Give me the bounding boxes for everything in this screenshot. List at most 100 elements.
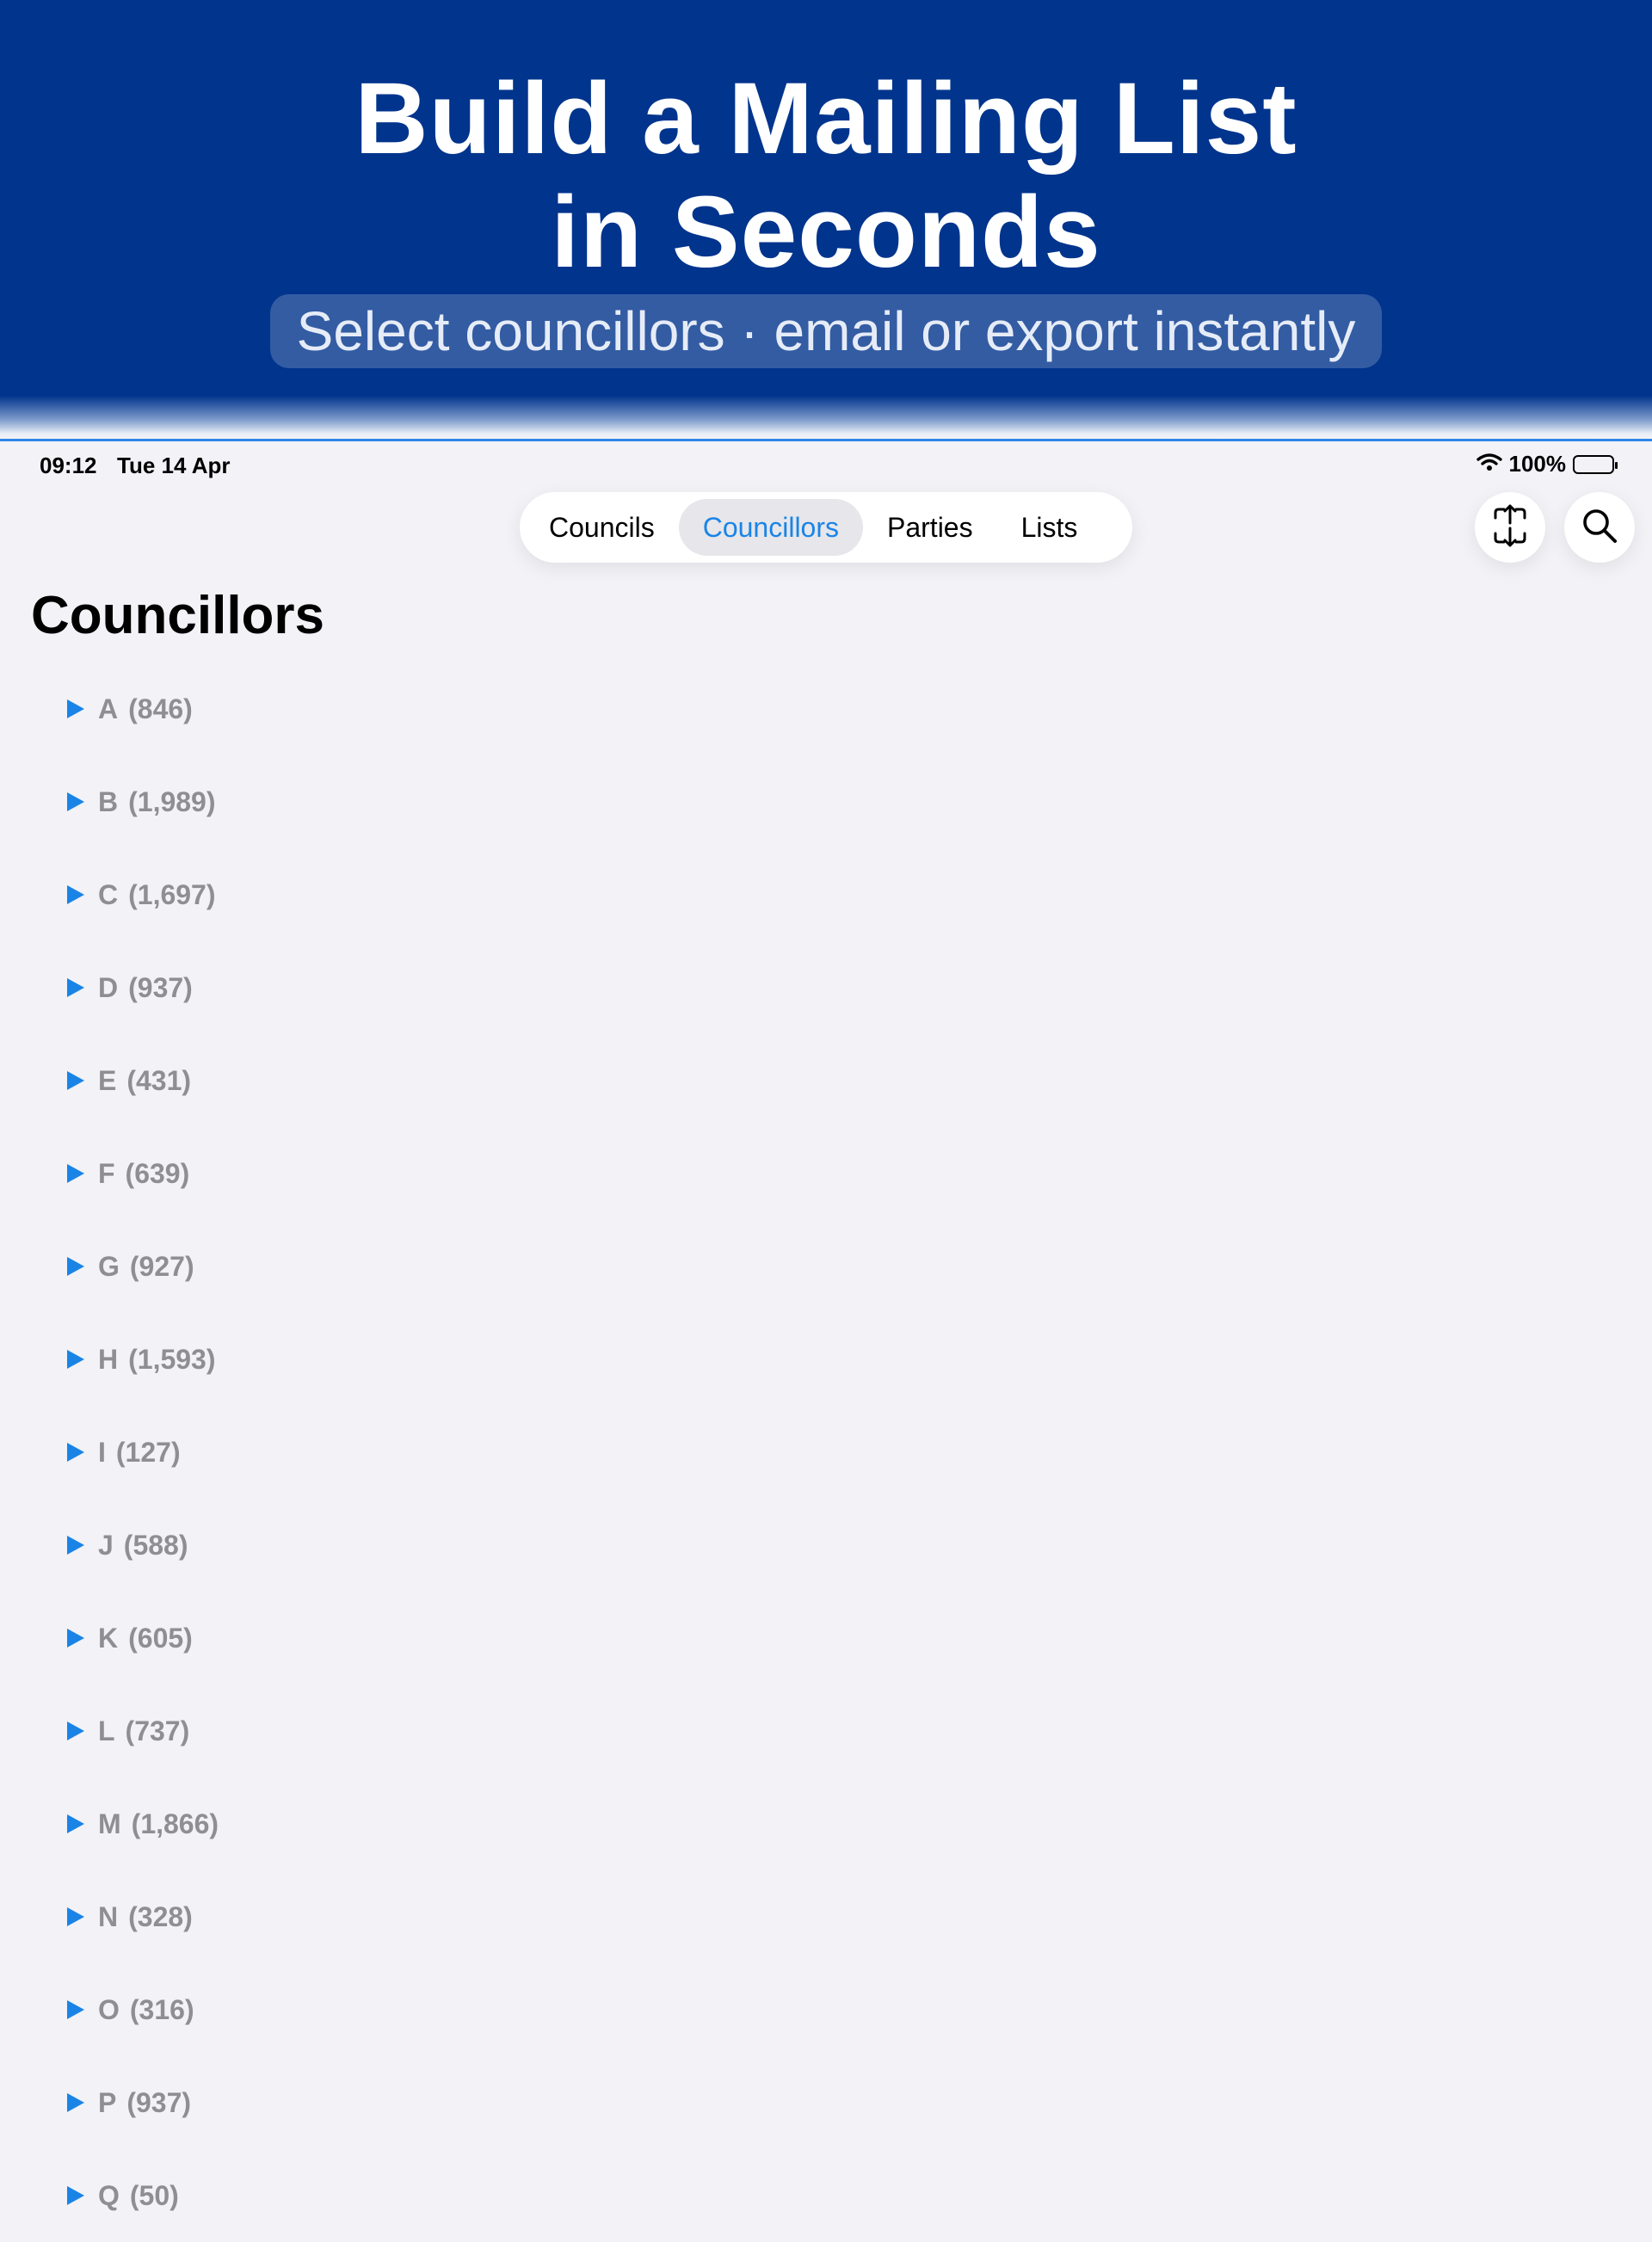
group-count: (1,989): [128, 785, 216, 817]
group-count: (588): [123, 1529, 188, 1561]
disclosure-triangle-icon[interactable]: [67, 1164, 84, 1183]
group-letter: O: [98, 1993, 120, 2025]
group-row[interactable]: H (1,593): [0, 1313, 1652, 1406]
disclosure-triangle-icon[interactable]: [67, 1071, 84, 1090]
group-row[interactable]: J (588): [0, 1499, 1652, 1592]
tab-parties[interactable]: Parties: [863, 499, 997, 556]
group-label: N (328): [98, 1901, 193, 1933]
group-letter: G: [98, 1250, 120, 1282]
promo-banner: Build a Mailing List in Seconds Select c…: [0, 0, 1652, 439]
group-row[interactable]: Q (50): [0, 2149, 1652, 2242]
app-divider: [0, 439, 1652, 441]
group-label: D (937): [98, 972, 193, 1004]
status-indicators: 100%: [1476, 451, 1618, 477]
export-arrows-icon: [1490, 504, 1530, 551]
tab-lists[interactable]: Lists: [997, 499, 1102, 556]
disclosure-triangle-icon[interactable]: [67, 1443, 84, 1462]
group-count: (937): [126, 2086, 192, 2118]
promo-subtitle: Select councillors · email or export ins…: [270, 294, 1382, 368]
page-title: Councillors: [31, 586, 325, 645]
tab-councils[interactable]: Councils: [525, 499, 679, 556]
disclosure-triangle-icon[interactable]: [67, 792, 84, 811]
group-count: (605): [128, 1622, 193, 1654]
tab-bar: Councils Councillors Parties Lists: [520, 492, 1132, 563]
group-label: H (1,593): [98, 1344, 216, 1376]
group-label: C (1,697): [98, 879, 216, 911]
disclosure-triangle-icon[interactable]: [67, 1536, 84, 1555]
group-row[interactable]: M (1,866): [0, 1777, 1652, 1870]
battery-percent: 100%: [1508, 451, 1567, 477]
group-label: O (316): [98, 1994, 194, 2026]
group-count: (127): [115, 1436, 181, 1468]
group-letter: J: [98, 1529, 114, 1561]
group-row[interactable]: K (605): [0, 1592, 1652, 1685]
group-letter: A: [98, 693, 119, 724]
group-row[interactable]: B (1,989): [0, 755, 1652, 848]
group-label: P (937): [98, 2087, 191, 2119]
group-count: (50): [129, 2179, 179, 2211]
group-letter: F: [98, 1157, 115, 1189]
group-count: (737): [125, 1715, 190, 1746]
group-row[interactable]: N (328): [0, 1870, 1652, 1963]
promo-title-line2: in Seconds: [551, 176, 1101, 289]
disclosure-triangle-icon[interactable]: [67, 1629, 84, 1648]
group-label: E (431): [98, 1065, 191, 1097]
group-row[interactable]: E (431): [0, 1034, 1652, 1127]
group-count: (927): [129, 1250, 194, 1282]
group-row[interactable]: I (127): [0, 1406, 1652, 1499]
disclosure-triangle-icon[interactable]: [67, 1722, 84, 1740]
group-letter: K: [98, 1622, 119, 1654]
group-label: G (927): [98, 1251, 194, 1283]
disclosure-triangle-icon[interactable]: [67, 885, 84, 904]
disclosure-triangle-icon[interactable]: [67, 978, 84, 997]
group-count: (937): [128, 971, 193, 1003]
group-letter: D: [98, 971, 119, 1003]
group-label: F (639): [98, 1158, 189, 1190]
group-label: Q (50): [98, 2180, 179, 2212]
group-letter: N: [98, 1900, 119, 1932]
group-row[interactable]: C (1,697): [0, 848, 1652, 941]
group-label: A (846): [98, 693, 193, 725]
group-row[interactable]: O (316): [0, 1963, 1652, 2056]
group-count: (1,697): [128, 878, 216, 910]
wifi-icon: [1476, 451, 1502, 477]
disclosure-triangle-icon[interactable]: [67, 2093, 84, 2112]
group-letter: L: [98, 1715, 115, 1746]
group-label: K (605): [98, 1623, 193, 1654]
status-date: Tue 14 Apr: [117, 453, 231, 478]
export-button[interactable]: [1475, 492, 1545, 563]
group-letter: M: [98, 1808, 121, 1839]
disclosure-triangle-icon[interactable]: [67, 699, 84, 718]
group-row[interactable]: P (937): [0, 2056, 1652, 2149]
group-row[interactable]: F (639): [0, 1127, 1652, 1220]
battery-icon: [1573, 454, 1618, 474]
disclosure-triangle-icon[interactable]: [67, 1814, 84, 1833]
group-label: B (1,989): [98, 786, 216, 818]
group-count: (328): [128, 1900, 193, 1932]
group-label: L (737): [98, 1715, 189, 1747]
disclosure-triangle-icon[interactable]: [67, 1257, 84, 1276]
promo-title-line1: Build a Mailing List: [354, 62, 1298, 176]
group-letter: Q: [98, 2179, 120, 2211]
disclosure-triangle-icon[interactable]: [67, 1907, 84, 1926]
group-row[interactable]: G (927): [0, 1220, 1652, 1313]
group-letter: B: [98, 785, 119, 817]
tab-councillors[interactable]: Councillors: [678, 499, 863, 556]
group-label: I (127): [98, 1437, 181, 1469]
group-label: J (588): [98, 1530, 188, 1561]
group-letter: P: [98, 2086, 117, 2118]
disclosure-triangle-icon[interactable]: [67, 2000, 84, 2019]
search-button[interactable]: [1564, 492, 1635, 563]
group-letter: H: [98, 1343, 119, 1375]
search-icon: [1581, 507, 1618, 549]
group-letter: E: [98, 1064, 117, 1096]
promo-headline: Build a Mailing List in Seconds: [0, 62, 1652, 289]
group-row[interactable]: D (937): [0, 941, 1652, 1034]
group-count: (639): [125, 1157, 190, 1189]
group-label: M (1,866): [98, 1808, 219, 1840]
group-row[interactable]: A (846): [0, 662, 1652, 755]
group-letter: I: [98, 1436, 106, 1468]
group-count: (846): [128, 693, 193, 724]
group-row[interactable]: L (737): [0, 1685, 1652, 1777]
disclosure-triangle-icon[interactable]: [67, 1350, 84, 1369]
